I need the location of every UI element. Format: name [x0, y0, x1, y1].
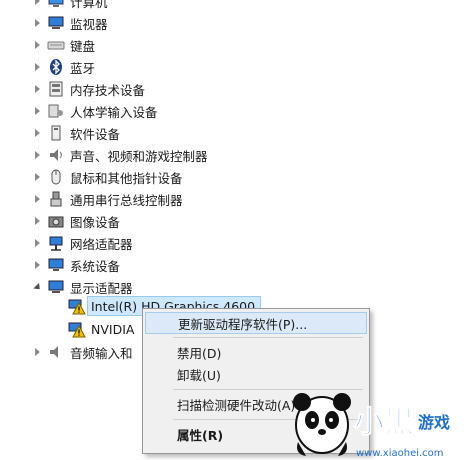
tree-label: 音频输入和	[70, 345, 133, 361]
tree-label: 网络适配器	[70, 236, 133, 252]
hid-icon	[48, 104, 63, 118]
tree-row-software-device[interactable]: 软件设备	[0, 122, 472, 144]
tree-row-monitor[interactable]: 监视器	[0, 12, 472, 34]
memory-icon	[49, 81, 63, 97]
display-adapter-icon	[48, 280, 64, 293]
tree-label: 通用串行总线控制器	[70, 192, 183, 208]
expand-arrow[interactable]	[33, 254, 42, 276]
watermark-logo: 小黑 游戏 www.xiaohei.com	[293, 393, 450, 459]
panda-icon	[293, 393, 351, 456]
monitor-icon	[48, 16, 64, 29]
expand-arrow[interactable]	[33, 56, 42, 78]
sound-icon	[50, 149, 62, 161]
tree-row-camera[interactable]: 图像设备	[0, 210, 472, 232]
menu-item-disable[interactable]: 禁用(D)	[145, 341, 367, 363]
menu-label: 卸载(U)	[177, 367, 221, 383]
network-icon	[49, 236, 63, 251]
computer-icon	[48, 0, 64, 7]
software-device-icon	[51, 125, 61, 141]
audio-icon	[50, 346, 58, 358]
expand-arrow[interactable]	[33, 188, 42, 210]
expand-arrow[interactable]	[33, 341, 42, 363]
tree-row-usb[interactable]: 通用串行总线控制器	[0, 188, 472, 210]
expand-arrow[interactable]	[33, 0, 42, 12]
menu-label: 属性(R)	[177, 427, 224, 443]
tree-row-hid[interactable]: 人体学输入设备	[0, 100, 472, 122]
keyboard-icon	[47, 41, 65, 50]
expand-arrow[interactable]	[33, 166, 42, 188]
expand-arrow[interactable]	[33, 144, 42, 166]
warning-icon	[68, 322, 86, 338]
tree-label: 软件设备	[70, 126, 121, 142]
tree-row-mouse[interactable]: 鼠标和其他指针设备	[0, 166, 472, 188]
tree-label: 显示适配器	[70, 280, 133, 296]
expand-arrow[interactable]	[33, 122, 42, 144]
mouse-icon	[51, 169, 61, 185]
tree-label: 声音、视频和游戏控制器	[70, 148, 208, 164]
usb-icon	[50, 191, 62, 207]
tree-label: 键盘	[70, 38, 96, 54]
watermark-url: www.xiaohei.com	[356, 448, 444, 459]
camera-icon	[48, 216, 64, 228]
menu-item-update-driver[interactable]: 更新驱动程序软件(P)...	[145, 312, 367, 334]
menu-label: 禁用(D)	[177, 345, 222, 361]
watermark-brand: 小黑	[354, 405, 414, 440]
tree-label: 图像设备	[70, 214, 121, 230]
tree-label: 计算机	[70, 0, 108, 10]
bluetooth-icon	[50, 59, 62, 75]
tree-label: 蓝牙	[70, 60, 96, 76]
menu-separator	[173, 337, 363, 338]
tree-label: 鼠标和其他指针设备	[70, 170, 183, 186]
tree-label: 人体学输入设备	[70, 104, 158, 120]
tree-label: 系统设备	[70, 258, 121, 274]
tree-row-bluetooth[interactable]: 蓝牙	[0, 56, 472, 78]
tree-row-network[interactable]: 网络适配器	[0, 232, 472, 254]
tree-row-computer[interactable]: 计算机	[0, 0, 472, 12]
warning-icon	[68, 299, 86, 315]
expand-arrow[interactable]	[33, 78, 42, 100]
expand-arrow[interactable]	[33, 232, 42, 254]
tree-row-sound[interactable]: 声音、视频和游戏控制器	[0, 144, 472, 166]
tree-row-memory[interactable]: 内存技术设备	[0, 78, 472, 100]
watermark-sub: 游戏	[418, 413, 450, 432]
menu-label: 更新驱动程序软件(P)...	[178, 316, 308, 332]
tree-label: NVIDIA	[91, 321, 135, 337]
tree-row-keyboard[interactable]: 键盘	[0, 34, 472, 56]
system-device-icon	[48, 258, 64, 271]
tree-label: 内存技术设备	[70, 82, 146, 98]
expand-arrow[interactable]	[33, 100, 42, 122]
expand-arrow[interactable]	[33, 210, 42, 232]
tree-label: 监视器	[70, 16, 108, 32]
tree-row-system-device[interactable]: 系统设备	[0, 254, 472, 276]
expand-arrow[interactable]	[33, 34, 42, 56]
expand-arrow[interactable]	[33, 12, 42, 34]
